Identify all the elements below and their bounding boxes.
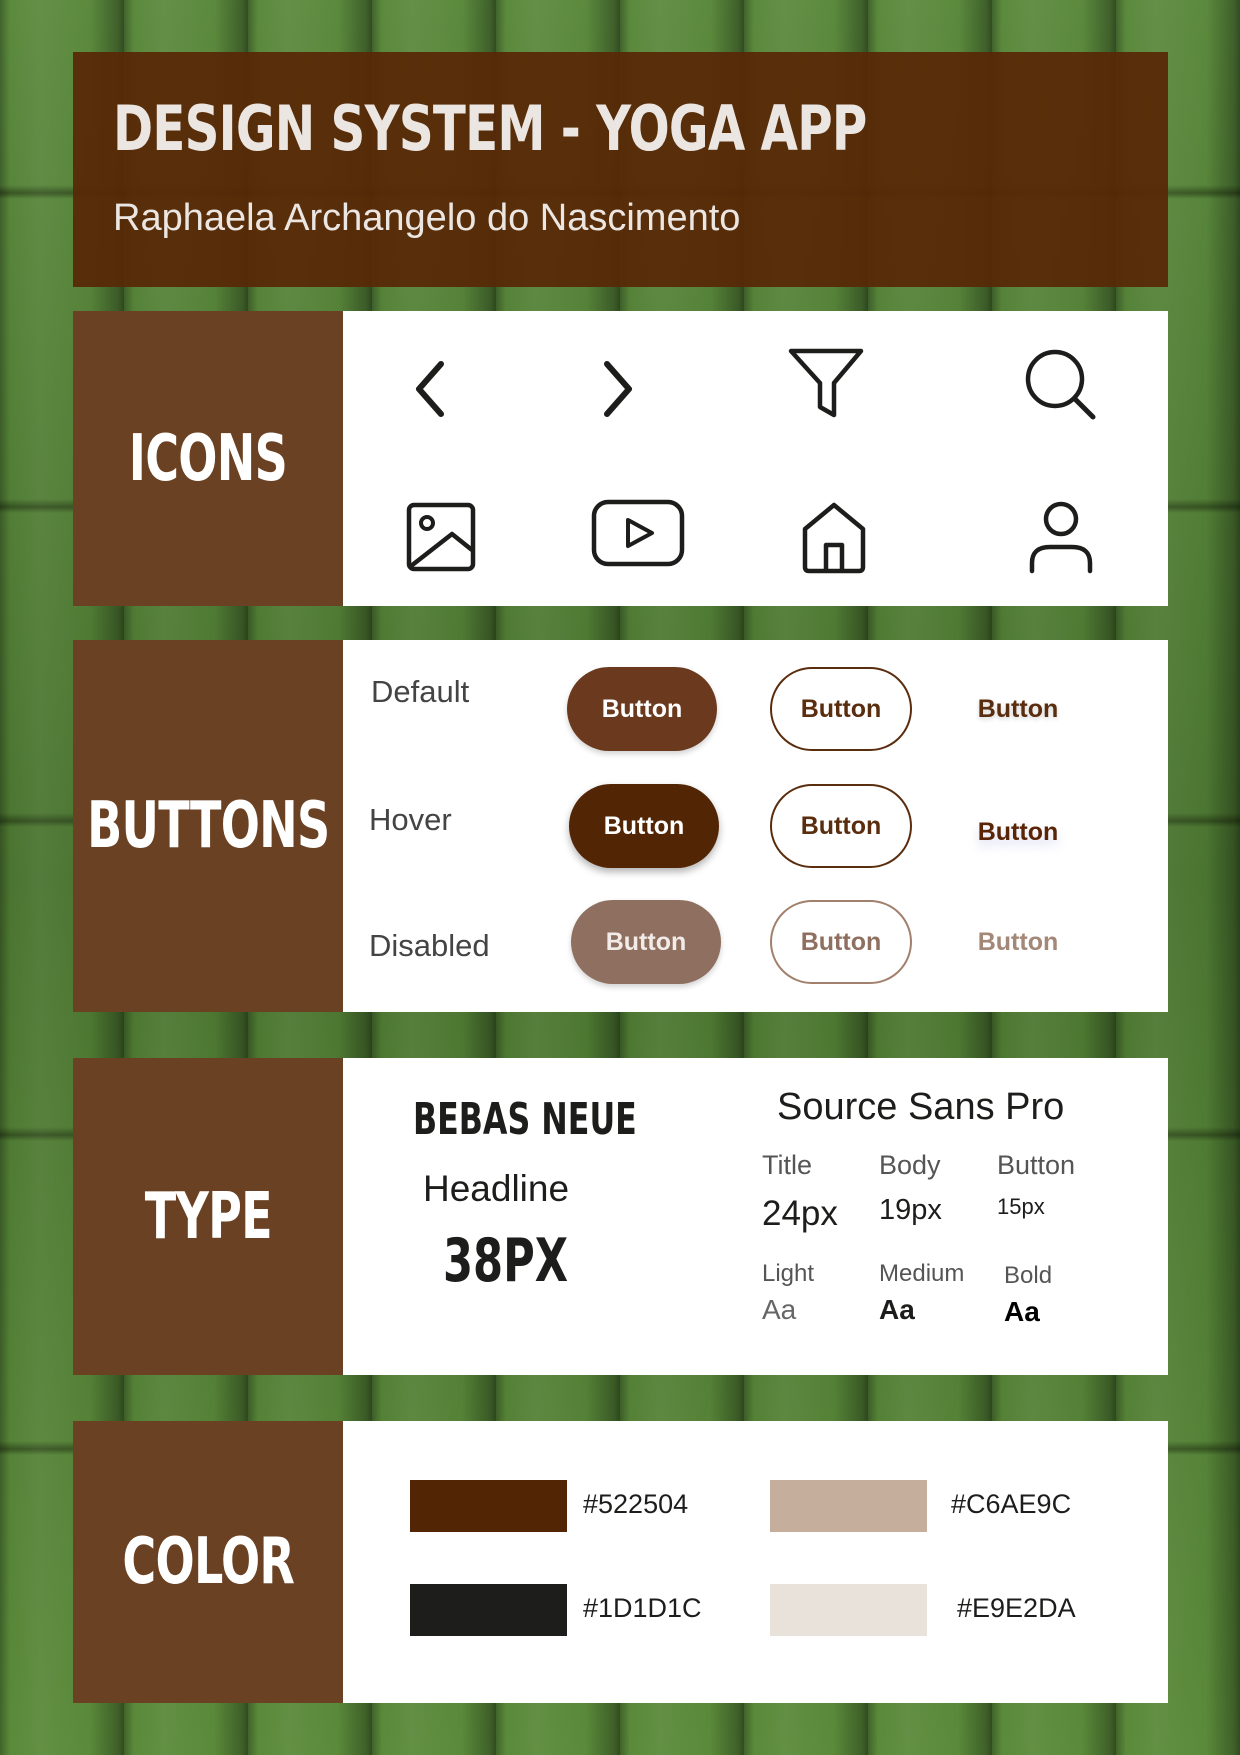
text-button-default[interactable]: Button [943,667,1093,751]
section-title: BUTTONS [86,789,330,863]
color-swatch [410,1480,567,1532]
size-label-body: Body [879,1150,941,1180]
color-swatch [770,1480,927,1532]
weight-sample-bold: Aa [1004,1296,1040,1327]
headline-font-name: BEBAS NEUE [413,1094,637,1145]
text-button-disabled: Button [977,927,1059,956]
state-label-hover: Hover [369,802,452,837]
color-panel: #522504 #C6AE9C #1D1D1C #E9E2DA [343,1421,1168,1703]
color-hex-label: #522504 [583,1489,689,1519]
section-title: COLOR [122,1525,294,1599]
chevron-left-icon[interactable] [389,347,473,431]
text-button-hover[interactable]: Button [943,790,1093,874]
outline-button-hover[interactable]: Button [770,784,912,868]
page-header: DESIGN SYSTEM - YOGA APP Raphaela Archan… [73,52,1168,287]
icons-section: ICONS [73,311,1168,606]
outline-button-disabled: Button [770,900,912,984]
primary-button-hover[interactable]: Button [569,784,719,868]
size-value-title: 24px [762,1194,838,1233]
icons-panel [343,311,1168,606]
color-hex-label: #C6AE9C [951,1489,1072,1519]
primary-button-default[interactable]: Button [567,667,717,751]
body-font-name: Source Sans Pro [777,1086,1065,1128]
weight-label-light: Light [762,1260,815,1287]
search-icon[interactable] [1019,343,1103,427]
size-value-body: 19px [879,1194,942,1226]
section-label-buttons: BUTTONS [73,640,343,1012]
type-panel: BEBAS NEUE Headline 38PX Source Sans Pro… [343,1058,1168,1375]
headline-label: Headline [423,1168,570,1209]
image-icon[interactable] [399,495,483,579]
primary-button-disabled: Button [571,900,721,984]
size-label-button: Button [997,1150,1076,1180]
section-label-type: TYPE [73,1058,343,1375]
color-hex-label: #E9E2DA [957,1593,1076,1623]
color-swatch [770,1584,927,1636]
section-title: TYPE [144,1179,272,1254]
section-label-color: COLOR [73,1421,343,1703]
color-swatch [410,1584,567,1636]
weight-label-medium: Medium [879,1260,965,1287]
buttons-section: BUTTONS Default Hover Disabled Button Bu… [73,640,1168,1012]
filter-icon[interactable] [784,341,868,425]
type-section: TYPE BEBAS NEUE Headline 38PX Source San… [73,1058,1168,1375]
weight-label-bold: Bold [1004,1262,1053,1289]
buttons-panel: Default Hover Disabled Button Button But… [343,640,1168,1012]
headline-size: 38PX [443,1226,569,1296]
size-label-title: Title [762,1150,813,1180]
page-subtitle: Raphaela Archangelo do Nascimento [113,197,741,239]
page-title: DESIGN SYSTEM - YOGA APP [113,92,867,165]
state-label-disabled: Disabled [369,928,490,963]
color-hex-label: #1D1D1C [583,1593,702,1623]
weight-sample-medium: Aa [879,1294,915,1325]
state-label-default: Default [371,674,470,709]
outline-button-default[interactable]: Button [770,667,912,751]
user-icon[interactable] [1019,495,1103,579]
section-title: ICONS [128,421,288,496]
size-value-button: 15px [997,1194,1045,1219]
weight-sample-light: Aa [762,1294,797,1325]
section-label-icons: ICONS [73,311,343,606]
video-play-icon[interactable] [588,491,688,575]
home-icon[interactable] [792,495,876,579]
color-section: COLOR #522504 #C6AE9C #1D1D1C #E9E2DA [73,1421,1168,1703]
chevron-right-icon[interactable] [575,347,659,431]
